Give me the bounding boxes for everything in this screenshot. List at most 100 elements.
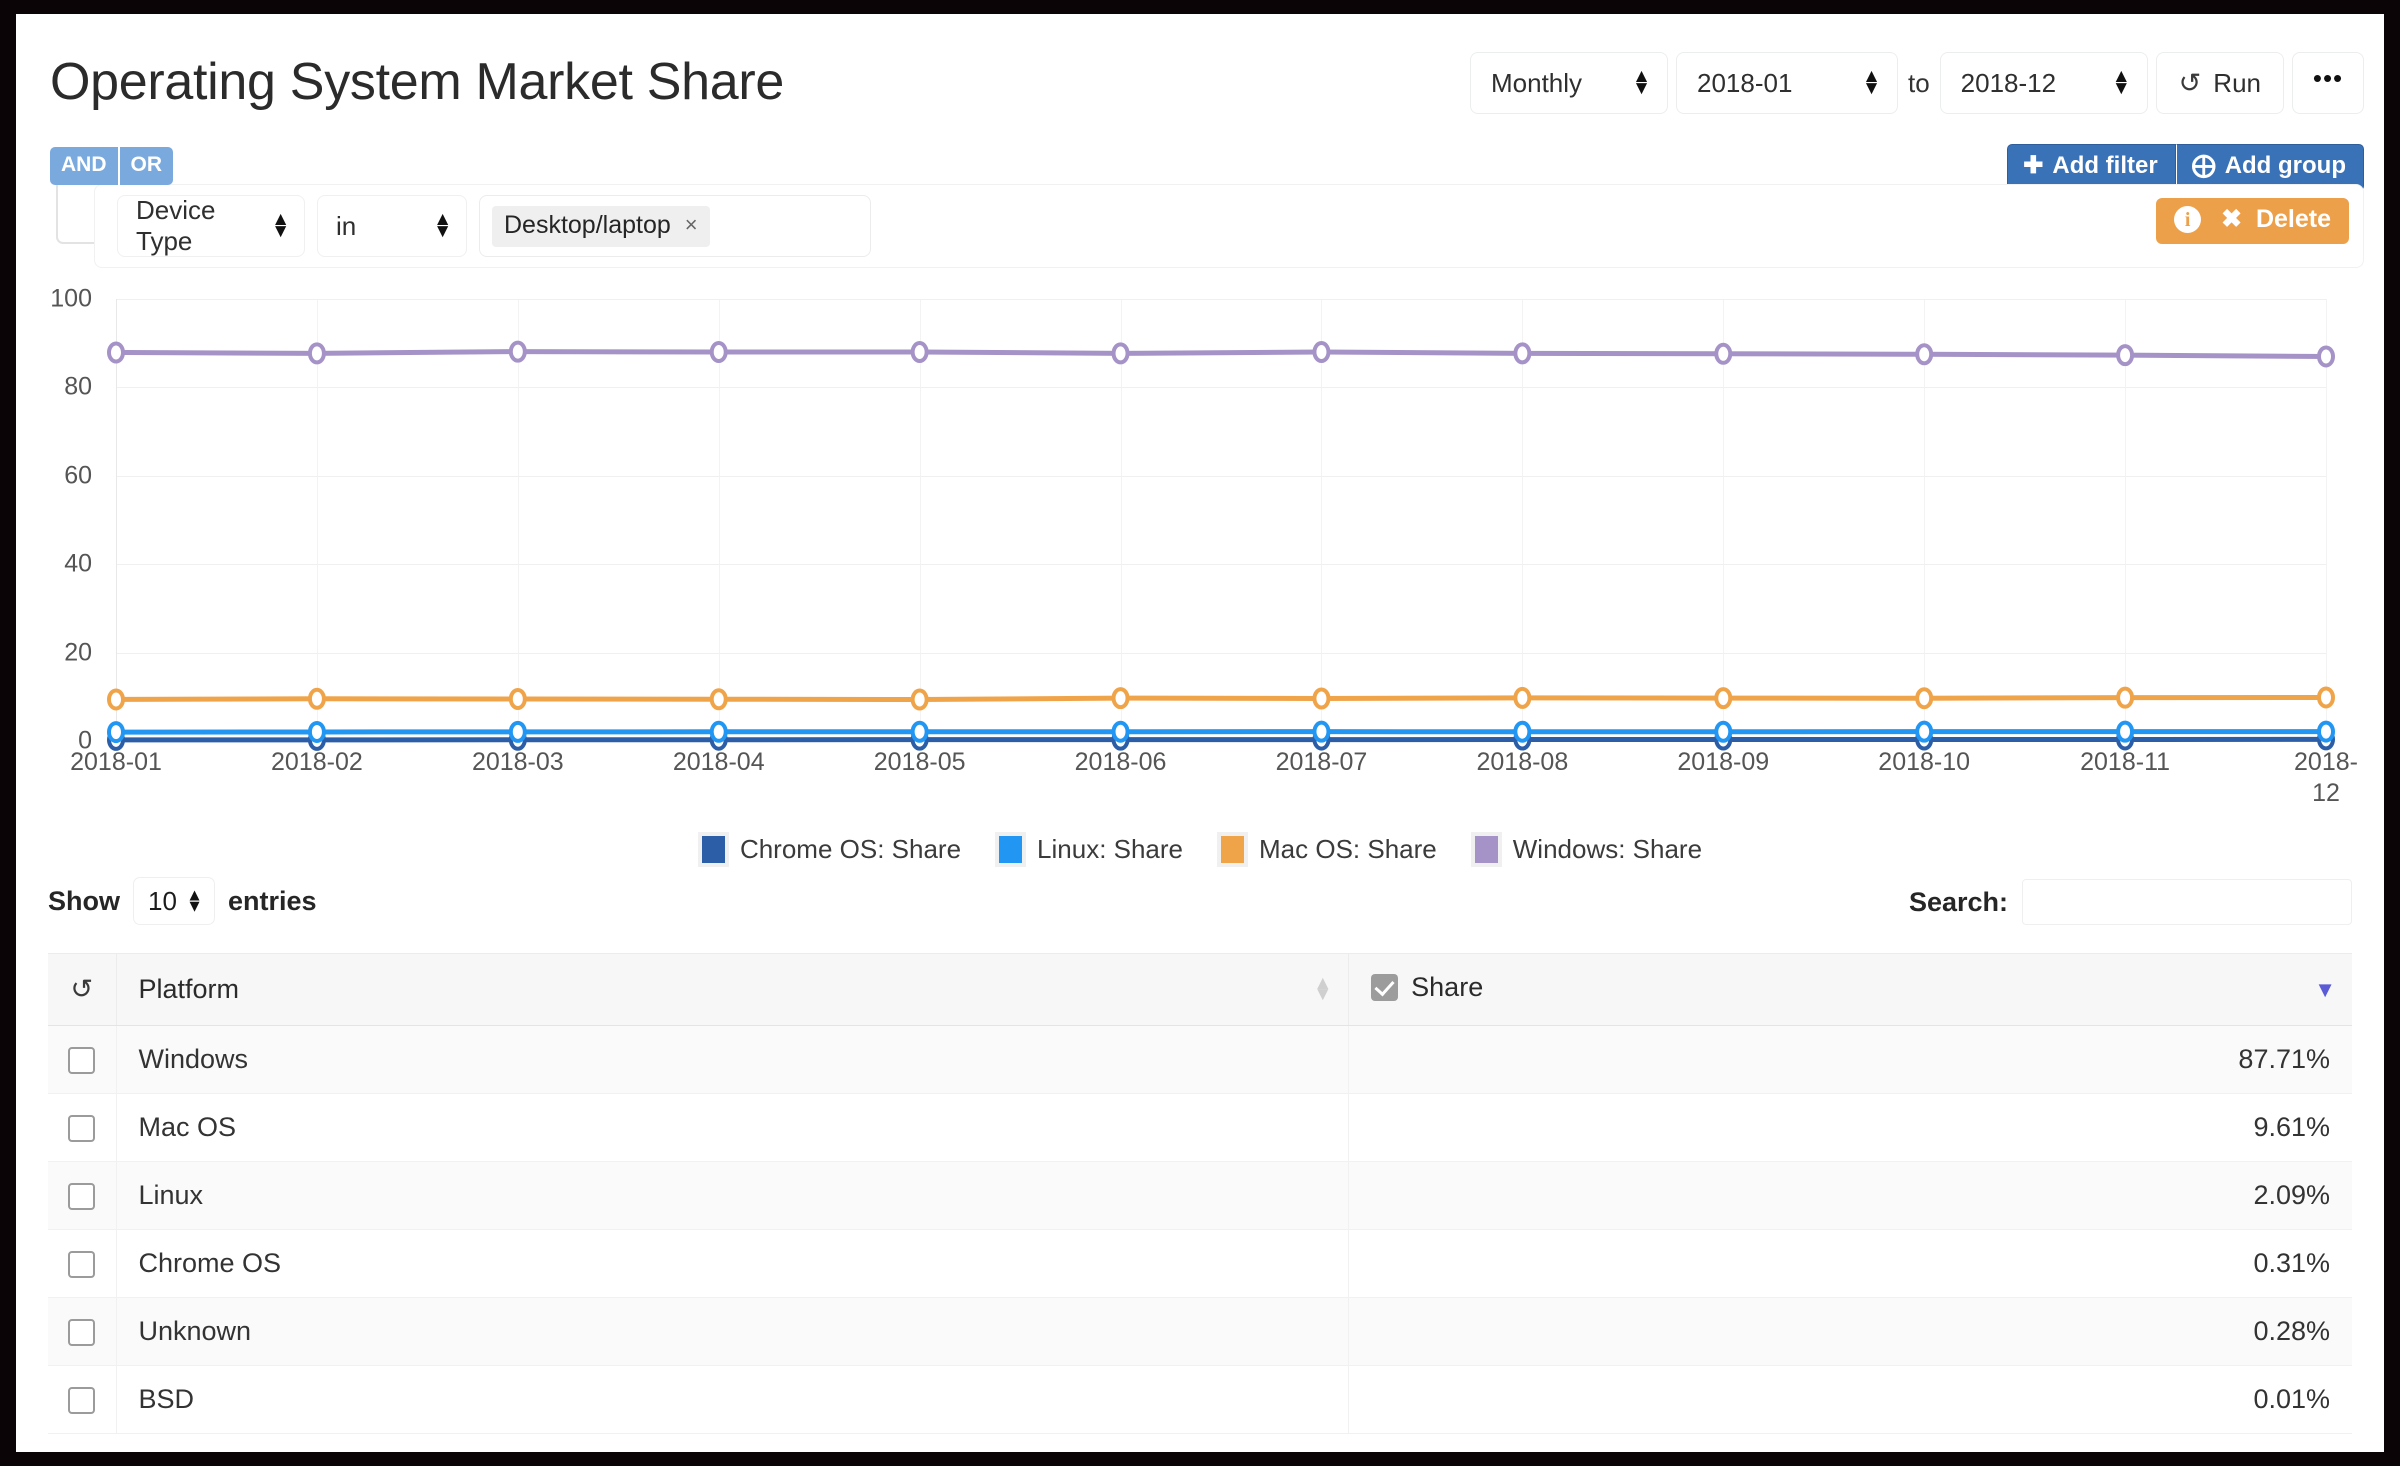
- filter-operator-select[interactable]: in ▲ ▼: [317, 195, 467, 257]
- or-option[interactable]: OR: [117, 147, 173, 185]
- chart-point[interactable]: [1716, 345, 1730, 363]
- more-options-button[interactable]: •••: [2292, 52, 2364, 114]
- row-checkbox-cell[interactable]: [48, 1161, 117, 1230]
- chart-point[interactable]: [913, 723, 927, 741]
- chart-point[interactable]: [2319, 723, 2333, 741]
- chart-point[interactable]: [1716, 689, 1730, 707]
- cell-share-label: 87.71%: [2238, 1044, 2330, 1074]
- filter-field-select[interactable]: Device Type ▲ ▼: [117, 195, 305, 257]
- column-header-platform-label: Platform: [138, 974, 240, 1004]
- chart-point[interactable]: [1917, 689, 1931, 707]
- table-row[interactable]: Mac OS 9.61%: [48, 1093, 2352, 1162]
- legend-swatch: [697, 832, 729, 867]
- table-row[interactable]: BSD 0.01%: [48, 1365, 2352, 1434]
- chart-point[interactable]: [310, 723, 324, 741]
- chart-point[interactable]: [2319, 688, 2333, 706]
- chart-point[interactable]: [1917, 345, 1931, 363]
- filter-value-input[interactable]: Desktop/laptop ×: [479, 195, 871, 257]
- sort-both-icon: ▲ ▼: [1313, 972, 1333, 1006]
- legend-item[interactable]: Mac OS: Share: [1217, 832, 1437, 867]
- chart-point[interactable]: [2118, 723, 2132, 741]
- chart-point[interactable]: [913, 691, 927, 709]
- chart-point[interactable]: [511, 723, 525, 741]
- chart-point[interactable]: [913, 343, 927, 361]
- chart-point[interactable]: [712, 723, 726, 741]
- entries-label: entries: [228, 885, 317, 916]
- and-option[interactable]: AND: [50, 147, 118, 185]
- refresh-column-header[interactable]: ↺: [48, 953, 117, 1026]
- chart-point[interactable]: [712, 343, 726, 361]
- row-checkbox-cell[interactable]: [48, 1365, 117, 1434]
- column-header-platform[interactable]: Platform ▲ ▼: [116, 953, 1350, 1026]
- chart-point[interactable]: [1515, 344, 1529, 362]
- chart-point[interactable]: [2118, 346, 2132, 364]
- entries-per-page-select[interactable]: 10 ▲ ▼: [133, 877, 215, 925]
- row-checkbox-cell[interactable]: [48, 1297, 117, 1366]
- run-button[interactable]: ↺ Run: [2155, 52, 2284, 114]
- chart-point[interactable]: [109, 343, 123, 361]
- cell-share: 0.31%: [1348, 1229, 2352, 1298]
- chart-point[interactable]: [1114, 344, 1128, 362]
- chart-point[interactable]: [109, 690, 123, 708]
- legend-item[interactable]: Windows: Share: [1470, 832, 1703, 867]
- select-all-checkbox[interactable]: [1371, 973, 1399, 1001]
- period-select-value: Monthly: [1490, 67, 1583, 98]
- chart-point[interactable]: [1716, 723, 1730, 741]
- table-row[interactable]: Unknown 0.28%: [48, 1297, 2352, 1366]
- x-axis-tick: 2018-08: [1476, 748, 1569, 776]
- y-axis-tick: 20: [64, 638, 92, 667]
- chart-point[interactable]: [1114, 723, 1128, 741]
- table-row[interactable]: Chrome OS 0.31%: [48, 1229, 2352, 1298]
- close-icon[interactable]: ×: [685, 212, 698, 238]
- row-checkbox-cell[interactable]: [48, 1093, 117, 1162]
- add-group-label: Add group: [2224, 152, 2346, 179]
- chart-point[interactable]: [2118, 689, 2132, 707]
- y-axis-tick: 60: [64, 461, 92, 490]
- chart-point[interactable]: [310, 690, 324, 708]
- table-row[interactable]: Linux 2.09%: [48, 1161, 2352, 1230]
- chart-point[interactable]: [1515, 689, 1529, 707]
- chart-point[interactable]: [1114, 689, 1128, 707]
- table-body: Windows 87.71% Mac OS 9.61% Linux 2.09% Chrome…: [48, 1025, 2352, 1434]
- info-icon[interactable]: i: [2174, 206, 2202, 233]
- table-row[interactable]: Windows 87.71%: [48, 1025, 2352, 1094]
- row-checkbox[interactable]: [68, 1183, 96, 1211]
- legend-label: Windows: Share: [1512, 834, 1703, 864]
- date-from-select[interactable]: 2018-01 ▲ ▼: [1675, 52, 1898, 114]
- chart-point[interactable]: [511, 690, 525, 708]
- chart-point[interactable]: [1917, 723, 1931, 741]
- run-button-label: Run: [2213, 67, 2261, 98]
- row-checkbox[interactable]: [68, 1115, 96, 1143]
- row-checkbox-cell[interactable]: [48, 1229, 117, 1298]
- row-checkbox[interactable]: [68, 1319, 96, 1347]
- chart-point[interactable]: [109, 723, 123, 741]
- chart-point[interactable]: [511, 343, 525, 361]
- and-or-toggle[interactable]: AND OR: [50, 147, 173, 185]
- legend-item[interactable]: Linux: Share: [995, 832, 1183, 867]
- plus-icon: ✚: [2023, 152, 2044, 179]
- chart-point[interactable]: [1314, 723, 1328, 741]
- column-header-share[interactable]: Share ▼: [1348, 953, 2352, 1026]
- chart-point[interactable]: [2319, 347, 2333, 365]
- refresh-icon[interactable]: ↺: [70, 974, 93, 1005]
- cell-share-label: 0.31%: [2253, 1248, 2330, 1278]
- legend-item[interactable]: Chrome OS: Share: [697, 832, 961, 867]
- filter-operator-value: in: [336, 210, 357, 241]
- date-to-select[interactable]: 2018-12 ▲ ▼: [1939, 52, 2148, 114]
- chart-point[interactable]: [310, 344, 324, 362]
- chart-point[interactable]: [1314, 343, 1328, 361]
- period-select[interactable]: Monthly ▲ ▼: [1469, 52, 1668, 114]
- chart-legend: Chrome OS: Share Linux: Share Mac OS: Shar…: [16, 832, 2384, 867]
- row-checkbox-cell[interactable]: [48, 1025, 117, 1094]
- chart-point[interactable]: [712, 690, 726, 708]
- row-checkbox[interactable]: [68, 1387, 96, 1415]
- delete-filter-button[interactable]: i ✖ Delete: [2156, 198, 2349, 244]
- chart-line-mac-os: [116, 697, 2326, 699]
- search-input[interactable]: [2022, 879, 2352, 925]
- chevron-updown-icon: ▲ ▼: [186, 885, 203, 915]
- row-checkbox[interactable]: [68, 1047, 96, 1075]
- chart-point[interactable]: [1314, 689, 1328, 707]
- filter-builder: AND OR ✚ Add filter ⨁ Add group Device T…: [16, 144, 2384, 269]
- chart-point[interactable]: [1515, 723, 1529, 741]
- row-checkbox[interactable]: [68, 1251, 96, 1279]
